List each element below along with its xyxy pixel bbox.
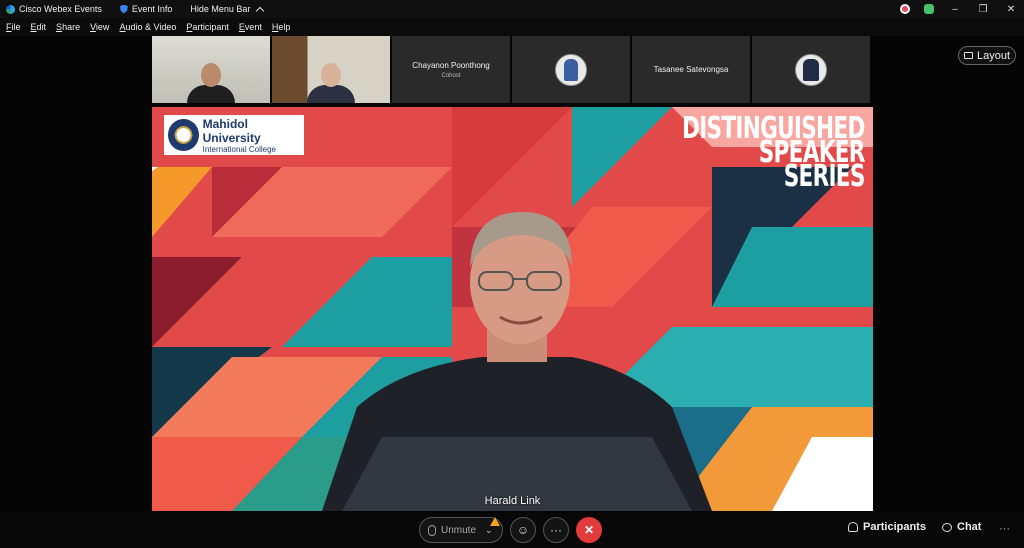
menu-file[interactable]: File bbox=[6, 22, 21, 32]
hide-menu-label: Hide Menu Bar bbox=[190, 4, 251, 14]
more-options-button[interactable]: ··· bbox=[543, 517, 569, 543]
avatar bbox=[795, 53, 827, 86]
participants-icon bbox=[848, 522, 858, 532]
webex-logo-icon bbox=[6, 4, 15, 14]
reactions-button[interactable]: ☺ bbox=[510, 517, 536, 543]
main-video-stage[interactable]: Mahidol University International College… bbox=[152, 107, 873, 511]
window-controls: – ❐ ✕ bbox=[900, 0, 1018, 18]
menu-edit[interactable]: Edit bbox=[31, 22, 47, 32]
participant-video bbox=[187, 63, 235, 103]
participant-tile[interactable] bbox=[512, 36, 630, 103]
participant-tile[interactable] bbox=[752, 36, 870, 103]
participants-label: Participants bbox=[863, 521, 926, 533]
participant-tile[interactable]: Tasanee Satevongsa bbox=[632, 36, 750, 103]
chevron-down-icon[interactable]: ⌄ bbox=[485, 525, 493, 536]
shield-icon bbox=[119, 4, 128, 14]
unmute-label: Unmute bbox=[441, 524, 477, 536]
smiley-icon: ☺ bbox=[516, 523, 530, 537]
event-info-label: Event Info bbox=[131, 4, 173, 14]
participant-name: Chayanon Poonthong bbox=[412, 60, 490, 70]
participant-tile[interactable] bbox=[152, 36, 270, 103]
minimize-button[interactable]: – bbox=[948, 4, 962, 15]
webex-window: Cisco Webex Events Event Info Hide Menu … bbox=[0, 0, 1024, 548]
close-window-button[interactable]: ✕ bbox=[1004, 4, 1018, 15]
connection-status-icon[interactable] bbox=[924, 4, 934, 14]
layout-label: Layout bbox=[976, 49, 1011, 62]
recording-indicator-icon[interactable] bbox=[900, 4, 910, 14]
more-options-label: ··· bbox=[550, 523, 562, 537]
chat-button[interactable]: Chat bbox=[942, 521, 981, 533]
logo-line2: International College bbox=[202, 144, 276, 154]
layout-icon bbox=[963, 52, 973, 59]
university-seal-icon bbox=[168, 119, 199, 151]
menu-audio-video[interactable]: Audio & Video bbox=[119, 22, 176, 32]
university-logo: Mahidol University International College bbox=[164, 115, 304, 155]
participant-strip: Chayanon Poonthong Cohost Tasanee Satevo… bbox=[152, 36, 870, 103]
meeting-controls: Unmute ⌄ ☺ ··· ✕ Participants Chat ··· bbox=[0, 513, 1024, 548]
close-icon: ✕ bbox=[583, 523, 595, 537]
title-bar: Cisco Webex Events Event Info Hide Menu … bbox=[0, 0, 1024, 18]
mic-muted-icon bbox=[428, 524, 436, 536]
app-title: Cisco Webex Events bbox=[6, 4, 102, 14]
menu-participant[interactable]: Participant bbox=[186, 22, 229, 32]
layout-button[interactable]: Layout bbox=[958, 46, 1016, 65]
participant-name: Tasanee Satevongsa bbox=[653, 65, 729, 74]
chat-label: Chat bbox=[957, 521, 982, 533]
menu-bar: File Edit Share View Audio & Video Parti… bbox=[0, 18, 1024, 36]
participant-video bbox=[307, 63, 355, 103]
participants-button[interactable]: Participants bbox=[848, 521, 926, 533]
chevron-up-icon bbox=[256, 6, 265, 15]
overflow-menu-button[interactable]: ··· bbox=[999, 523, 1010, 535]
avatar bbox=[555, 53, 587, 86]
logo-line1: Mahidol University bbox=[202, 116, 261, 145]
warning-icon bbox=[490, 517, 500, 526]
series-title: DISTINGUISHED SPEAKER SERIES bbox=[682, 114, 865, 192]
menu-view[interactable]: View bbox=[90, 22, 109, 32]
menu-event[interactable]: Event bbox=[239, 22, 262, 32]
app-name: Cisco Webex Events bbox=[19, 4, 102, 14]
participant-tile[interactable] bbox=[272, 36, 390, 103]
leave-meeting-button[interactable]: ✕ bbox=[576, 517, 602, 543]
restore-button[interactable]: ❐ bbox=[976, 4, 990, 15]
chat-icon bbox=[942, 522, 952, 532]
speaker-name-label: Harald Link bbox=[484, 495, 541, 507]
menu-share[interactable]: Share bbox=[56, 22, 80, 32]
participant-role: Cohost bbox=[441, 72, 461, 79]
event-info-button[interactable]: Event Info bbox=[119, 4, 173, 14]
participant-tile[interactable]: Chayanon Poonthong Cohost bbox=[392, 36, 510, 103]
hide-menu-bar-button[interactable]: Hide Menu Bar bbox=[190, 4, 265, 15]
menu-help[interactable]: Help bbox=[272, 22, 291, 32]
